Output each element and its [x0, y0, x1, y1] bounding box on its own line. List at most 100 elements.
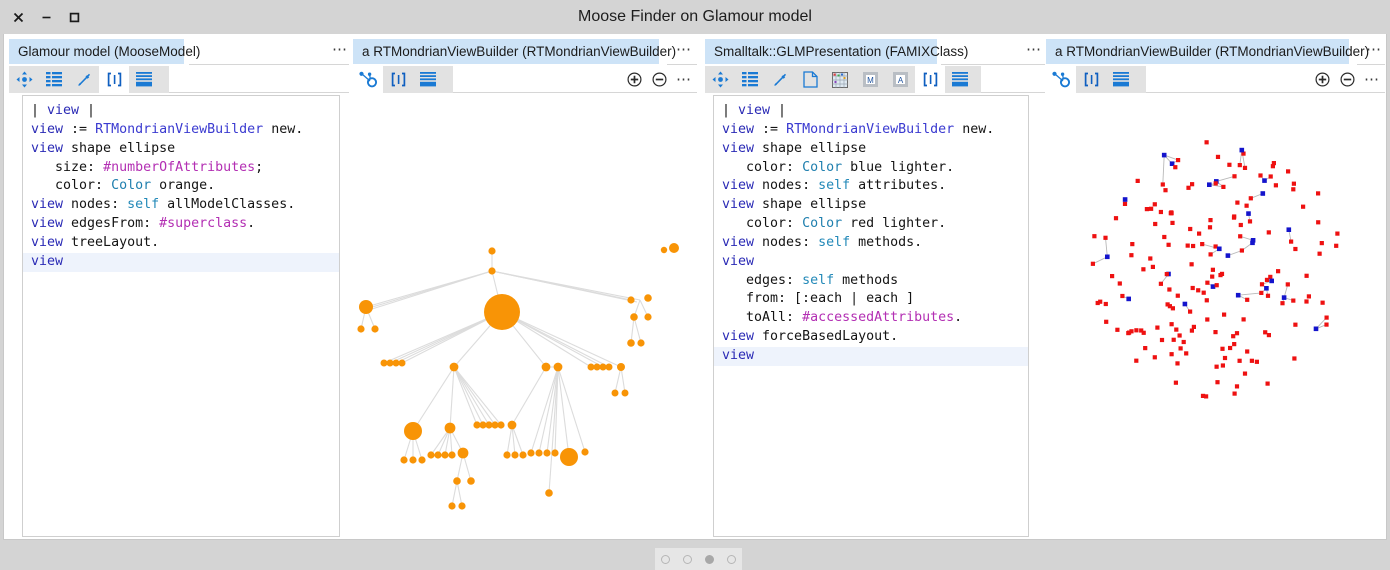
method-node	[1205, 281, 1209, 285]
brackets-icon-button[interactable]	[915, 66, 945, 93]
text-lines-icon-button[interactable]	[1106, 66, 1136, 93]
method-node	[1245, 349, 1249, 353]
page-dot[interactable]	[661, 555, 670, 564]
force-edge	[1106, 238, 1108, 257]
method-node	[1118, 281, 1122, 285]
tab-glmpresentation[interactable]: Smalltalk::GLMPresentation (FAMIXClass)	[705, 39, 937, 64]
a-box-icon-button[interactable]: A	[885, 66, 915, 93]
method-node	[1159, 210, 1163, 214]
page-dot-active[interactable]	[705, 555, 714, 564]
move-icon-button[interactable]	[9, 66, 39, 93]
method-node	[1304, 299, 1308, 303]
code-line: view edgesFrom: #superclass.	[23, 215, 339, 234]
document-icon-button[interactable]	[795, 66, 825, 93]
zoom-in-icon	[1315, 72, 1330, 87]
pagination-dots[interactable]	[655, 548, 742, 570]
tab-glamour-model[interactable]: Glamour model (MooseModel)	[9, 39, 184, 64]
method-node	[1265, 278, 1269, 282]
method-node	[1161, 182, 1165, 186]
grid-chart-icon-button[interactable]	[825, 66, 855, 93]
force-visualization[interactable]	[1046, 95, 1385, 535]
pane-1-overflow-menu-icon[interactable]: ⋯	[331, 41, 349, 59]
attribute-node	[1162, 153, 1167, 158]
tab-rtmondrian-tree[interactable]: a RTMondrianViewBuilder (RTMondrianViewB…	[353, 39, 659, 64]
table-icon-button[interactable]	[39, 66, 69, 93]
code-line: color: Color red lighter.	[714, 215, 1028, 234]
method-node	[1190, 262, 1194, 266]
method-node	[1232, 342, 1236, 346]
method-node	[1174, 381, 1178, 385]
text-lines-icon-button[interactable]	[413, 66, 443, 93]
attribute-node	[1240, 148, 1245, 153]
pane-3-overflow-menu-icon[interactable]: ⋯	[1025, 41, 1043, 59]
brackets-icon-button[interactable]	[383, 66, 413, 93]
page-dot[interactable]	[727, 555, 736, 564]
brackets-icon-button[interactable]	[1076, 66, 1106, 93]
method-node	[1149, 207, 1153, 211]
method-node	[1269, 174, 1273, 178]
method-node	[1110, 274, 1114, 278]
method-node	[1153, 222, 1157, 226]
text-lines-icon	[952, 72, 968, 87]
pencil-icon-button[interactable]	[765, 66, 795, 93]
page-dot[interactable]	[683, 555, 692, 564]
tree-visualization[interactable]	[353, 95, 697, 535]
method-node	[1243, 166, 1247, 170]
pane-glamour-model: Glamour model (MooseModel) ⋯	[9, 39, 349, 93]
code-editor-3[interactable]: | view |view := RTMondrianViewBuilder ne…	[713, 95, 1029, 537]
zoom-in-button[interactable]	[1314, 71, 1331, 88]
zoom-out-button[interactable]	[651, 71, 668, 88]
zoom-in-button[interactable]	[626, 71, 643, 88]
code-line: view	[23, 253, 339, 272]
method-node	[1127, 331, 1131, 335]
m-box-icon-button[interactable]: M	[855, 66, 885, 93]
method-node	[1280, 301, 1284, 305]
text-lines-icon-button[interactable]	[945, 66, 975, 93]
method-node	[1208, 225, 1212, 229]
force-nodes	[1091, 140, 1340, 398]
method-node	[1289, 240, 1293, 244]
method-node	[1325, 316, 1329, 320]
brackets-icon-button[interactable]	[99, 66, 129, 93]
window-title: Moose Finder on Glamour model	[0, 0, 1390, 34]
code-line: | view |	[714, 102, 1028, 121]
tree-edges	[361, 251, 648, 506]
attribute-node	[1246, 211, 1251, 216]
pane-2-toolbar: ⋯	[353, 66, 697, 93]
brackets-icon	[106, 72, 123, 87]
pane-force-view: a RTMondrianViewBuilder (RTMondrianViewB…	[1046, 39, 1385, 93]
method-node	[1320, 241, 1324, 245]
graph-nodes-icon-button[interactable]	[1046, 66, 1076, 93]
pencil-icon-button[interactable]	[69, 66, 99, 93]
pane-4-toolbar-overflow-menu-icon[interactable]: ⋯	[1364, 77, 1380, 83]
graph-nodes-icon-button[interactable]	[353, 66, 383, 93]
method-node	[1139, 328, 1143, 332]
tab-rtmondrian-force[interactable]: a RTMondrianViewBuilder (RTMondrianViewB…	[1046, 39, 1349, 64]
method-node	[1220, 347, 1224, 351]
graph-nodes-icon	[1052, 71, 1071, 88]
method-node	[1205, 140, 1209, 144]
table-icon-button[interactable]	[735, 66, 765, 93]
text-lines-icon-button[interactable]	[129, 66, 159, 93]
attribute-node	[1264, 286, 1269, 291]
tree-graph-svg	[353, 95, 697, 535]
zoom-out-icon	[652, 72, 667, 87]
code-editor-1[interactable]: | view |view := RTMondrianViewBuilder ne…	[22, 95, 340, 537]
move-icon-button[interactable]	[705, 66, 735, 93]
pane-2-toolbar-overflow-menu-icon[interactable]: ⋯	[676, 77, 692, 83]
method-node	[1188, 310, 1192, 314]
table-icon	[742, 72, 758, 87]
attribute-node	[1314, 327, 1319, 332]
pane-4-overflow-menu-icon[interactable]: ⋯	[1365, 41, 1383, 59]
method-node	[1170, 322, 1174, 326]
method-node	[1255, 360, 1259, 364]
method-node	[1258, 173, 1262, 177]
zoom-out-button[interactable]	[1339, 71, 1356, 88]
method-node	[1205, 298, 1209, 302]
method-node	[1248, 219, 1252, 223]
grid-chart-icon	[832, 72, 848, 88]
method-node	[1245, 204, 1249, 208]
svg-text:A: A	[897, 76, 903, 85]
method-node	[1223, 356, 1227, 360]
pane-2-overflow-menu-icon[interactable]: ⋯	[675, 41, 693, 59]
